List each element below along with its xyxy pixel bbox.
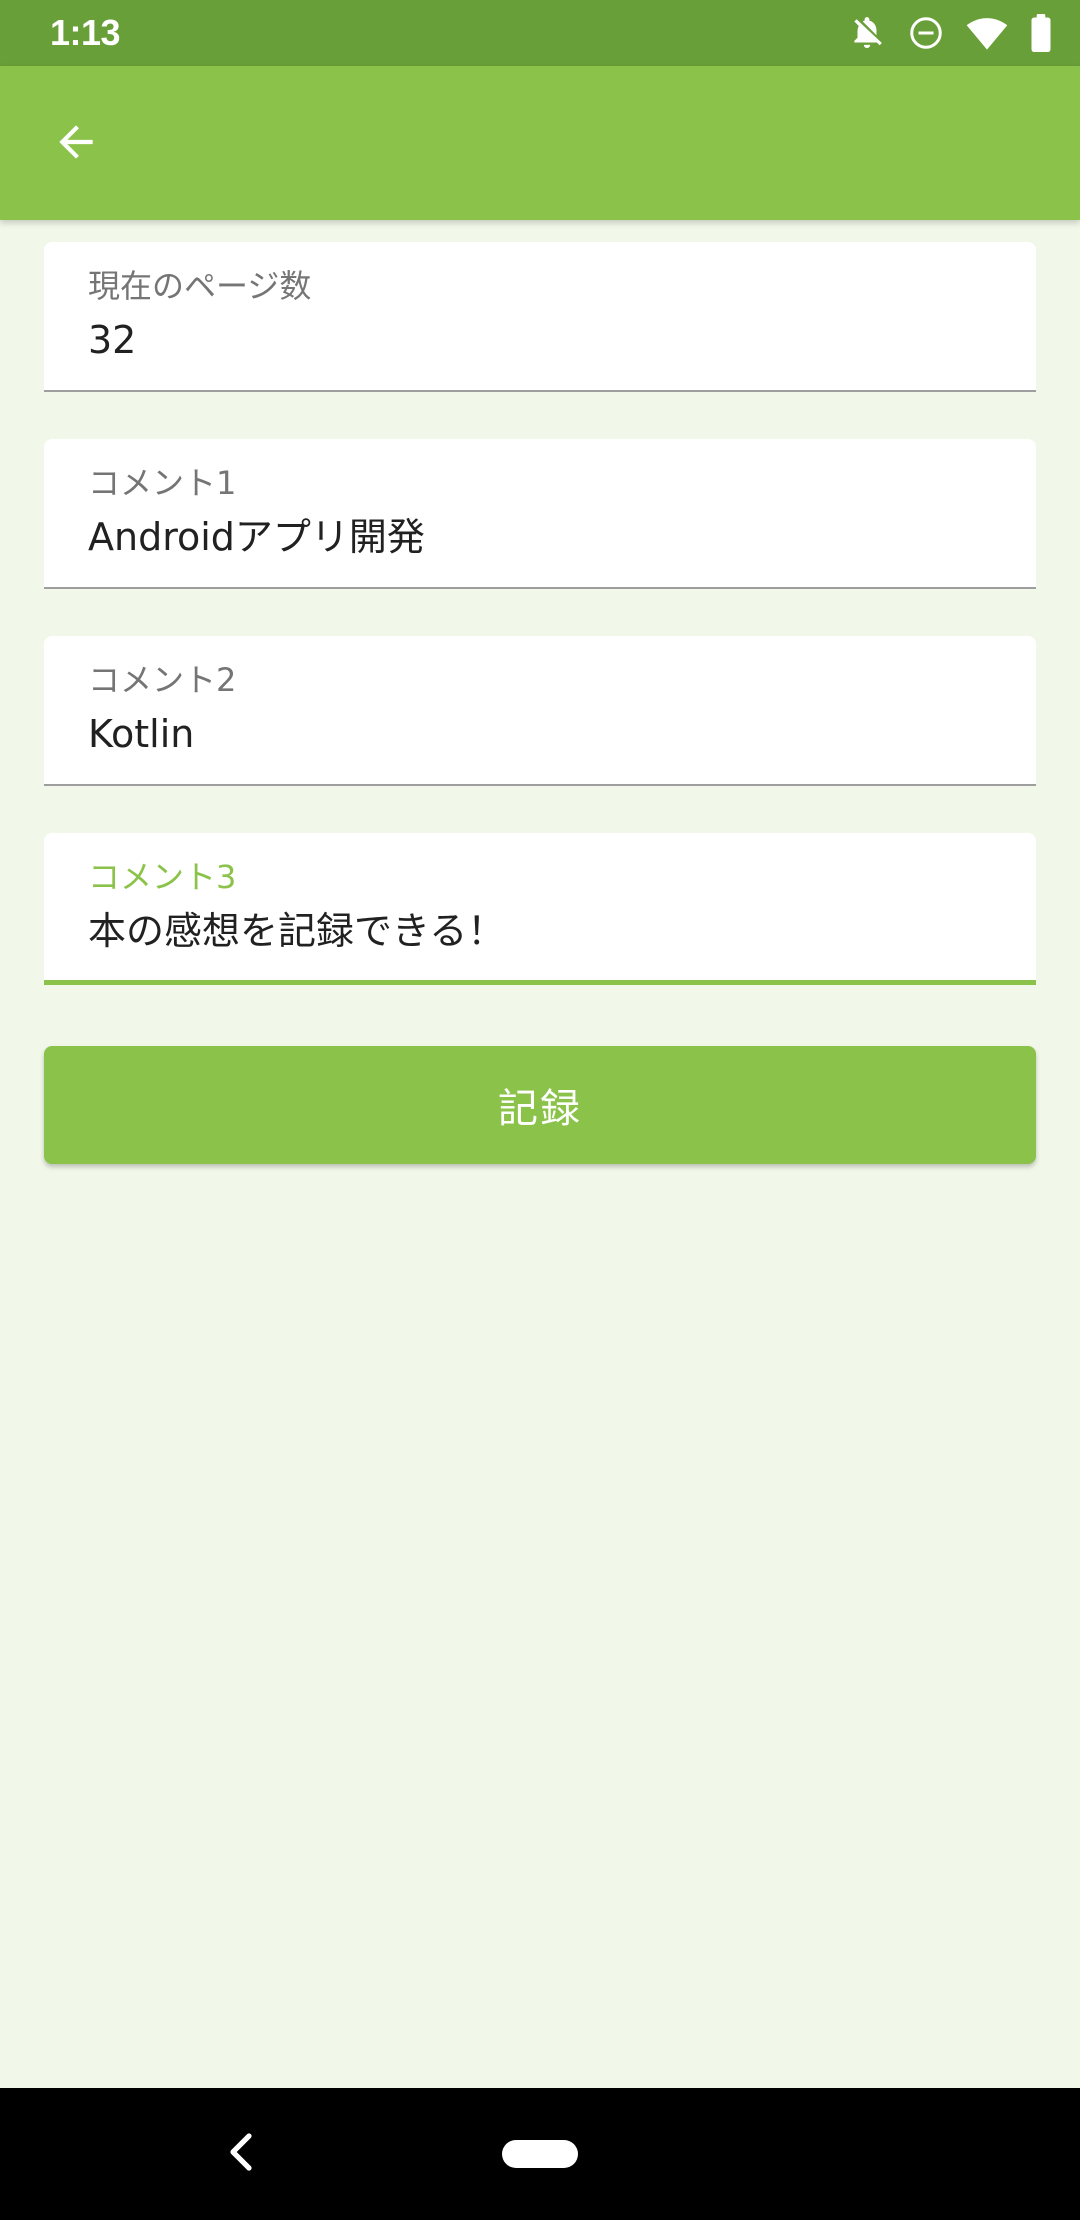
comment1-field[interactable]: コメント1 Androidアプリ開発	[44, 439, 1036, 589]
notifications-off-icon	[848, 14, 886, 52]
record-button-label: 記録	[498, 1086, 582, 1132]
do-not-disturb-icon	[908, 15, 944, 51]
nav-home-pill[interactable]	[502, 2140, 578, 2168]
comment3-field[interactable]: コメント3 本の感想を記録できる！	[44, 833, 1036, 985]
nav-back-button[interactable]	[210, 2120, 270, 2188]
status-bar: 1:13	[0, 0, 1080, 66]
status-time: 1:13	[50, 12, 121, 53]
current-page-input[interactable]: 32	[88, 316, 136, 364]
comment2-label: コメント2	[88, 661, 237, 699]
comment1-label: コメント1	[88, 464, 237, 502]
comment3-label: コメント3	[88, 858, 237, 896]
comment3-input[interactable]: 本の感想を記録できる！	[88, 907, 505, 955]
arrow-back-icon	[51, 117, 101, 171]
comment2-input[interactable]: Kotlin	[88, 710, 194, 758]
status-icons	[848, 12, 1052, 54]
app-bar	[0, 66, 1080, 220]
comment1-input[interactable]: Androidアプリ開発	[88, 513, 425, 561]
current-page-label: 現在のページ数	[88, 267, 312, 305]
battery-icon	[1030, 14, 1052, 52]
navigation-bar	[0, 2088, 1080, 2220]
wifi-icon	[966, 15, 1008, 51]
current-page-field[interactable]: 現在のページ数 32	[44, 242, 1036, 392]
nav-back-icon	[223, 2132, 257, 2176]
record-button[interactable]: 記録	[44, 1046, 1036, 1164]
back-button[interactable]	[40, 108, 112, 180]
comment2-field[interactable]: コメント2 Kotlin	[44, 636, 1036, 786]
